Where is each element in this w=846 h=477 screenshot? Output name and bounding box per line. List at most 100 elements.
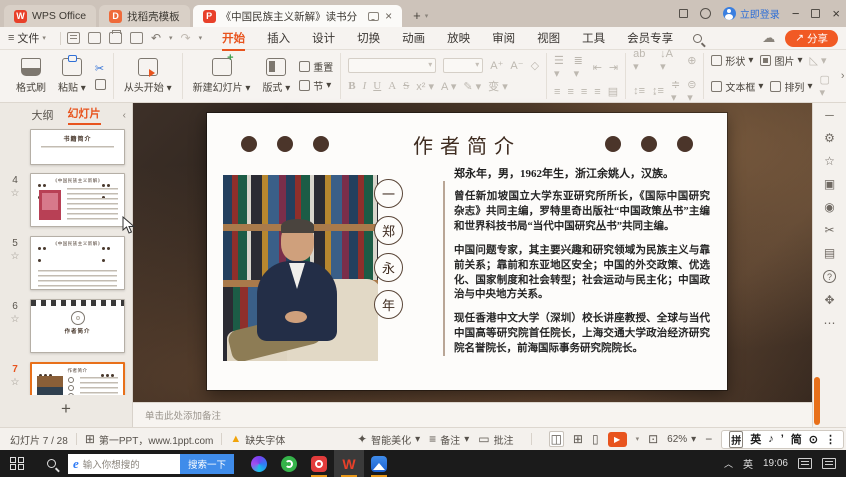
shapes-button[interactable]: 形状 ▾ [711, 53, 753, 68]
ime-pinyin-icon[interactable]: 拼 [729, 430, 744, 448]
comments-button[interactable]: ▭ 批注 [478, 432, 513, 447]
print-preview-icon[interactable] [129, 32, 143, 44]
tab-animations[interactable]: 动画 [392, 27, 435, 49]
decrease-font-icon[interactable]: A⁻ [510, 59, 523, 72]
search-icon[interactable] [693, 33, 703, 43]
star-icon[interactable]: ☆ [11, 251, 20, 262]
undo-icon[interactable]: ↶ [151, 31, 161, 45]
close-button[interactable]: × [832, 6, 840, 21]
action-center-icon[interactable] [822, 458, 836, 469]
redo-chevron-icon[interactable]: ▾ [199, 34, 203, 42]
paragraph-spacing-icon[interactable]: ↨≡ [652, 85, 664, 97]
taskbar-app-photos[interactable] [364, 450, 394, 477]
increase-indent-icon[interactable]: ⇥ [609, 61, 618, 74]
play-from-start-button[interactable]: 从头开始 ▾ [121, 57, 175, 95]
ime-language-indicator[interactable]: 英 [743, 456, 753, 471]
new-slide-button[interactable]: 新建幻灯片 ▾ [190, 52, 254, 95]
highlight-color-icon[interactable]: ✎ ▾ [463, 80, 481, 93]
shape-fill-icon[interactable]: ◺ ▾ [809, 54, 826, 67]
text-orientation-icon[interactable]: ↓A ▾ [660, 48, 680, 73]
arrange-button[interactable]: 排列 ▾ [770, 79, 812, 94]
new-tab-button[interactable]: + [413, 8, 421, 23]
slide-title[interactable]: 作者简介 [413, 130, 521, 159]
clip-tools-icon[interactable]: ✂ [824, 224, 834, 236]
decrease-indent-icon[interactable]: ⇤ [593, 61, 602, 74]
tab-close-icon[interactable]: × [385, 9, 392, 23]
missing-font-warning[interactable]: ▲ 缺失字体 [230, 432, 285, 447]
text-direction-icon[interactable]: ab ▾ [633, 48, 653, 73]
font-size-select[interactable] [443, 58, 484, 73]
taskbar-app-red[interactable] [304, 450, 334, 477]
smart-beautify-button[interactable]: ✦ 智能美化 ▾ [357, 432, 420, 447]
tab-home[interactable]: 开始 [212, 27, 255, 51]
ime-toolbar[interactable]: 拼 英 ♪ ’ 简 ⊙ ⋮ [721, 429, 844, 449]
bullets-icon[interactable]: ☰ ▾ [554, 54, 567, 80]
zoom-out-icon[interactable]: − [705, 432, 712, 446]
superscript-icon[interactable]: x² ▾ [416, 80, 434, 93]
align-center-icon[interactable]: ≡ [567, 86, 573, 98]
star-icon[interactable]: ☆ [11, 377, 20, 388]
line-spacing-icon[interactable]: ↕≡ [633, 85, 645, 97]
redo-icon[interactable]: ↷ [181, 31, 191, 45]
reset-button[interactable]: 重置 [299, 59, 333, 74]
font-family-select[interactable] [348, 58, 437, 73]
shape-outline-icon[interactable]: ▢ ▾ [819, 73, 829, 99]
print-icon[interactable] [108, 30, 122, 44]
numbering-icon[interactable]: ≣ ▾ [574, 54, 586, 80]
align-left-icon[interactable]: ≡ [554, 86, 560, 98]
textbox-button[interactable]: 文本框 ▾ [711, 79, 763, 94]
canvas-scrollbar-thumb[interactable] [814, 377, 820, 425]
tab-list-chevron-icon[interactable]: ▾ [425, 12, 429, 20]
tab-transitions[interactable]: 切换 [347, 27, 390, 49]
skin-settings-icon[interactable] [699, 8, 711, 19]
italic-button[interactable]: I [363, 80, 367, 92]
login-button[interactable]: 立即登录 [722, 6, 780, 21]
paste-button[interactable]: 粘贴 ▾ [55, 55, 89, 95]
clear-format-icon[interactable]: ◇ [531, 59, 539, 72]
slide-thumbnail-7-selected[interactable]: 作者简介 [30, 362, 125, 395]
font-color-icon[interactable]: A ▾ [441, 80, 456, 93]
panel-collapse-icon[interactable]: ‹ [123, 110, 126, 121]
tab-view[interactable]: 视图 [527, 27, 570, 49]
reading-view-icon[interactable]: ▯ [592, 432, 599, 446]
minimize-button[interactable]: − [792, 6, 800, 21]
slide-thumbnail-6[interactable]: 作者简介 [30, 299, 125, 353]
strikethrough-button[interactable]: S [403, 80, 409, 92]
author-photo[interactable] [223, 175, 378, 361]
collapse-pane-icon[interactable]: ─ [825, 109, 834, 121]
char-spacing-button[interactable]: A [388, 80, 396, 92]
slide-thumbnail-3[interactable]: 书籍简介 [30, 129, 125, 165]
tab-current-document[interactable]: P 《中国民族主义新解》读书分 × [192, 5, 403, 27]
tab-slides-view[interactable]: 幻灯片 [67, 105, 101, 125]
copy-icon[interactable] [94, 79, 106, 90]
pictures-button[interactable]: 图片 ▾ [760, 53, 802, 68]
slide-thumbnail-5[interactable]: 《中国民族主义新解》 [30, 236, 125, 290]
smartart-convert-icon[interactable]: ⊕ [687, 54, 696, 67]
align-right-icon[interactable]: ≡ [581, 86, 587, 98]
slide-body-text[interactable]: 郑永年，男，1962年生，浙江余姚人，汉族。 曾任新加坡国立大学东亚研究所所长，… [454, 165, 710, 357]
undo-chevron-icon[interactable]: ▾ [169, 34, 173, 42]
underline-button[interactable]: U [373, 80, 381, 92]
comment-bubble-icon[interactable] [368, 11, 380, 21]
ime-sound-icon[interactable]: ♪ [768, 433, 774, 445]
clock[interactable]: 19:06 [763, 458, 788, 469]
favorites-star-icon[interactable]: ☆ [824, 155, 835, 167]
save-icon[interactable] [66, 32, 80, 44]
tab-review[interactable]: 审阅 [482, 27, 525, 49]
share-button[interactable]: ↗ 分享 [785, 29, 838, 47]
tab-slideshow[interactable]: 放映 [437, 27, 480, 49]
cloud-sync-icon[interactable]: ☁ [762, 30, 775, 46]
cut-icon[interactable]: ✂ [95, 62, 106, 75]
tab-wps-home[interactable]: W WPS Office [4, 5, 97, 27]
file-menu[interactable]: ≡ 文件 ▾ [8, 30, 46, 46]
duplicate-pages-icon[interactable]: ▣ [824, 178, 835, 190]
tab-docer-templates[interactable]: D 找稻壳模板 [99, 5, 190, 27]
output-icon[interactable] [87, 32, 101, 44]
more-icon[interactable]: ⋯ [824, 317, 836, 329]
ime-simplified-icon[interactable]: 简 [791, 431, 802, 447]
slide-thumbnail-4[interactable]: 《中国民族主义新解》 [30, 173, 125, 227]
notes-toggle-button[interactable]: ≡ 备注 ▾ [429, 432, 469, 447]
ime-emoji-icon[interactable]: ⊙ [809, 433, 818, 446]
toolbar-expand-chevron-icon[interactable]: › [837, 53, 846, 99]
tab-design[interactable]: 设计 [302, 27, 345, 49]
